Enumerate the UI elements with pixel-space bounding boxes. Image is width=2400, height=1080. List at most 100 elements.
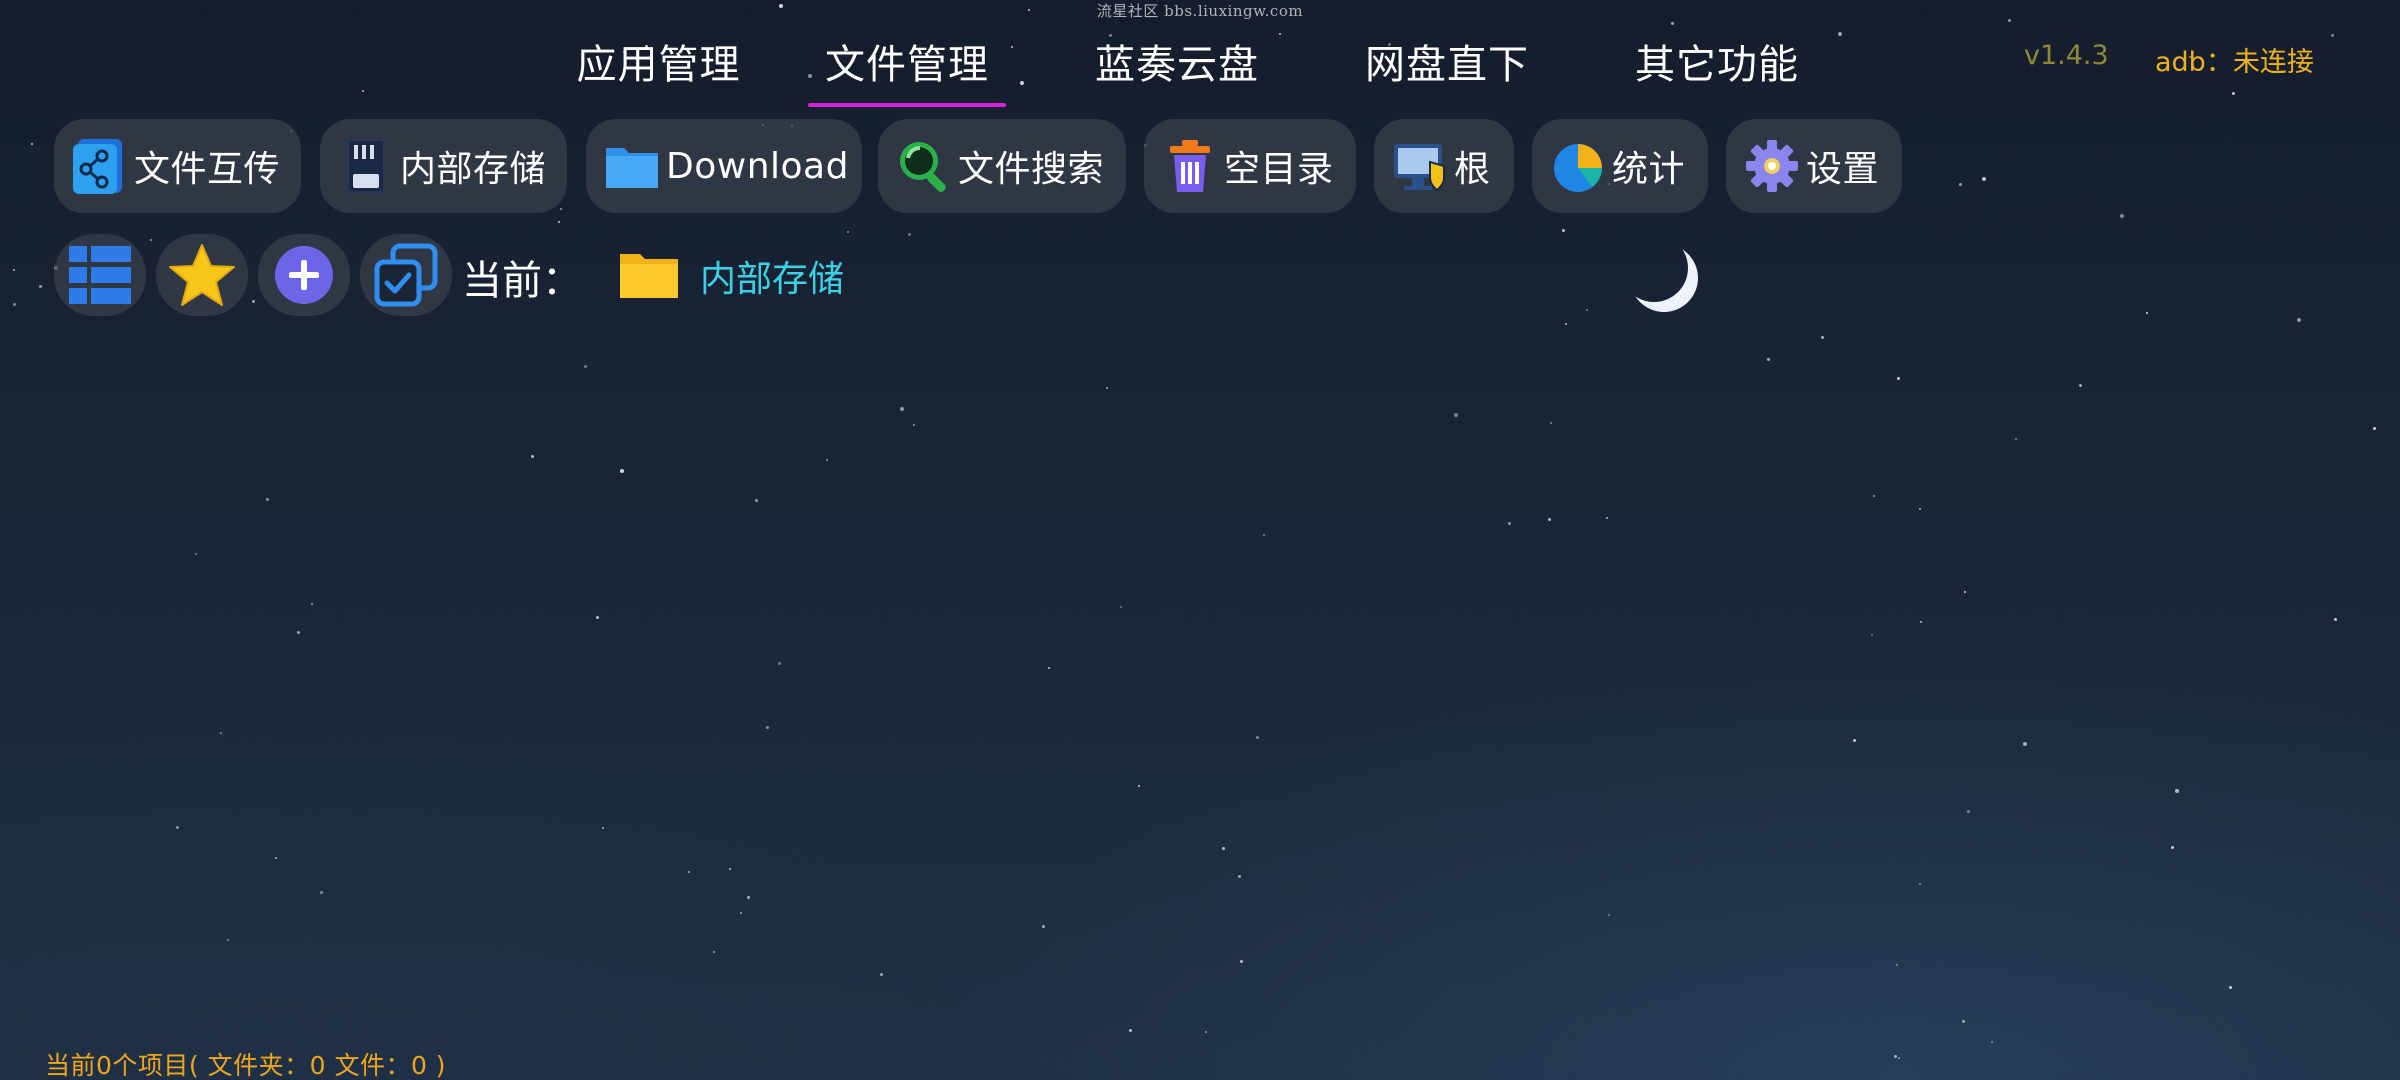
pie-chart-icon (1548, 136, 1608, 196)
star (2334, 618, 2337, 621)
star (766, 726, 769, 729)
file-search-label: 文件搜索 (958, 149, 1105, 190)
search-icon (894, 136, 954, 196)
folder-icon (602, 136, 662, 196)
download-folder-button[interactable]: Download (586, 119, 862, 213)
star (1671, 22, 1674, 25)
star (195, 553, 197, 555)
star (1263, 534, 1265, 536)
file-transfer-button[interactable]: 文件互传 (54, 119, 301, 213)
star (1919, 883, 1921, 885)
star (531, 455, 534, 458)
tab-app-manage[interactable]: 应用管理 (545, 28, 772, 108)
star (847, 231, 849, 233)
statistics-button[interactable]: 统计 (1532, 119, 1708, 213)
star (1454, 413, 1458, 417)
star (1238, 875, 1241, 878)
star (2171, 846, 2174, 849)
star (620, 469, 624, 473)
share-icon (70, 136, 130, 196)
star (1896, 964, 1898, 966)
favorites-button[interactable] (156, 234, 248, 316)
star (778, 662, 781, 665)
star (1120, 606, 1122, 608)
star (560, 208, 562, 210)
star (1550, 422, 1552, 424)
current-label: 当前： (462, 258, 582, 304)
multi-select-icon (374, 243, 438, 307)
internal-storage-label: 内部存储 (400, 149, 547, 190)
star (1919, 508, 1921, 510)
settings-button[interactable]: 设置 (1726, 119, 1902, 213)
tab-label: 其它功能 (1635, 42, 1799, 88)
star (320, 891, 323, 894)
star (880, 973, 883, 976)
star (150, 239, 152, 241)
tab-netdisk-download[interactable]: 网盘直下 (1312, 28, 1582, 108)
star (1967, 810, 1970, 813)
star (1982, 177, 1986, 181)
list-view-button[interactable] (54, 234, 146, 316)
star (13, 303, 16, 306)
star (2331, 34, 2334, 37)
star (13, 269, 15, 271)
star (1138, 785, 1140, 787)
star (220, 732, 222, 734)
star (31, 143, 33, 145)
star (1821, 336, 1824, 339)
tab-label: 文件管理 (825, 42, 989, 88)
current-path[interactable]: 内部存储 (700, 250, 844, 302)
root-button[interactable]: 根 (1374, 119, 1514, 213)
tab-other-functions[interactable]: 其它功能 (1582, 28, 1852, 108)
moon-decoration (1630, 244, 1698, 312)
tab-underline (808, 103, 1006, 107)
star (275, 857, 277, 859)
star (913, 424, 915, 426)
folder-icon (620, 254, 678, 298)
download-label: Download (666, 145, 849, 187)
adb-status[interactable]: adb：未连接 (2155, 40, 2314, 79)
star (2229, 986, 2232, 989)
star (2175, 789, 2179, 793)
settings-label: 设置 (1806, 149, 1880, 190)
trash-icon (1160, 136, 1220, 196)
star (1991, 1041, 1993, 1043)
star (2023, 742, 2027, 746)
star (266, 498, 269, 501)
star (1964, 591, 1966, 593)
tab-label: 网盘直下 (1365, 42, 1529, 88)
file-search-button[interactable]: 文件搜索 (878, 119, 1126, 213)
tab-lanzou-cloud[interactable]: 蓝奏云盘 (1042, 28, 1312, 108)
root-label: 根 (1454, 149, 1491, 190)
tab-file-manage[interactable]: 文件管理 (772, 28, 1042, 108)
star (1048, 667, 1050, 669)
multi-select-button[interactable] (360, 234, 452, 316)
watermark: 流星社区 bbs.liuxingw.com (1096, 2, 1304, 20)
star (1205, 1031, 1207, 1033)
star (1256, 736, 1259, 739)
list-view-icon (69, 246, 131, 304)
star (596, 616, 599, 619)
empty-dir-button[interactable]: 空目录 (1144, 119, 1356, 213)
star (1962, 1020, 1965, 1023)
star (1920, 621, 1922, 623)
star (1222, 847, 1225, 850)
tab-label: 蓝奏云盘 (1095, 42, 1259, 88)
star (826, 459, 828, 461)
star (1959, 183, 1962, 186)
star (713, 951, 715, 953)
star (2297, 318, 2301, 322)
internal-storage-button[interactable]: 内部存储 (320, 119, 567, 213)
add-icon (275, 246, 333, 304)
star (1767, 358, 1770, 361)
add-button[interactable] (258, 234, 350, 316)
star (176, 826, 179, 829)
star (2232, 92, 2235, 95)
star (2373, 427, 2376, 430)
file-transfer-label: 文件互传 (134, 149, 281, 190)
sd-card-icon (336, 136, 396, 196)
root-monitor-icon (1390, 136, 1450, 196)
star (311, 603, 313, 605)
star (602, 827, 604, 829)
star (39, 285, 42, 288)
